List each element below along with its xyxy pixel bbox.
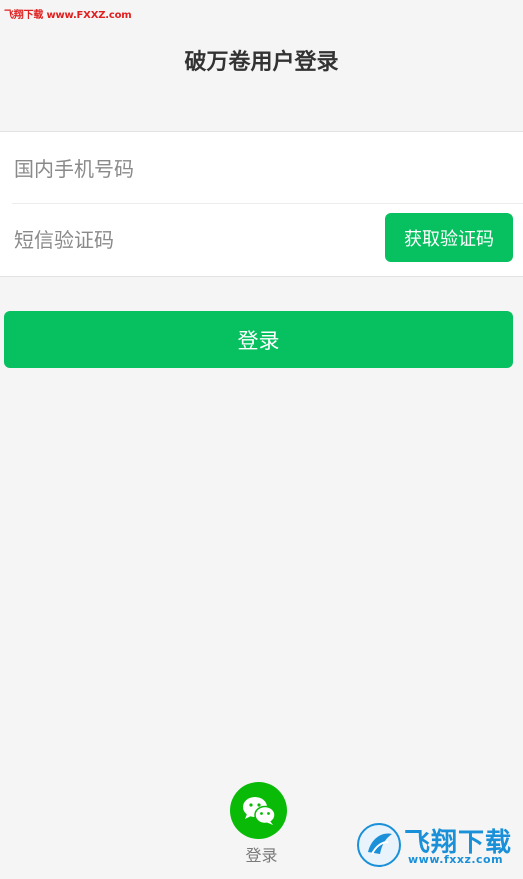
get-code-button[interactable]: 获取验证码 bbox=[385, 213, 513, 262]
page-title: 破万卷用户登录 bbox=[184, 50, 339, 75]
logo-emblem-icon bbox=[357, 823, 401, 867]
wechat-login-button[interactable] bbox=[230, 782, 287, 839]
sms-row: 获取验证码 bbox=[0, 203, 523, 276]
site-logo: 飞翔下载 www.fxxz.com bbox=[356, 822, 512, 868]
sms-code-input[interactable] bbox=[12, 203, 376, 276]
logo-url: www.fxxz.com bbox=[408, 853, 504, 866]
watermark-text: 飞翔下载 www.FXXZ.com bbox=[4, 10, 132, 21]
login-button[interactable]: 登录 bbox=[4, 311, 513, 368]
wechat-icon bbox=[242, 796, 276, 825]
login-form: 获取验证码 bbox=[0, 131, 523, 277]
phone-input[interactable] bbox=[12, 132, 376, 205]
phone-row bbox=[0, 132, 523, 205]
